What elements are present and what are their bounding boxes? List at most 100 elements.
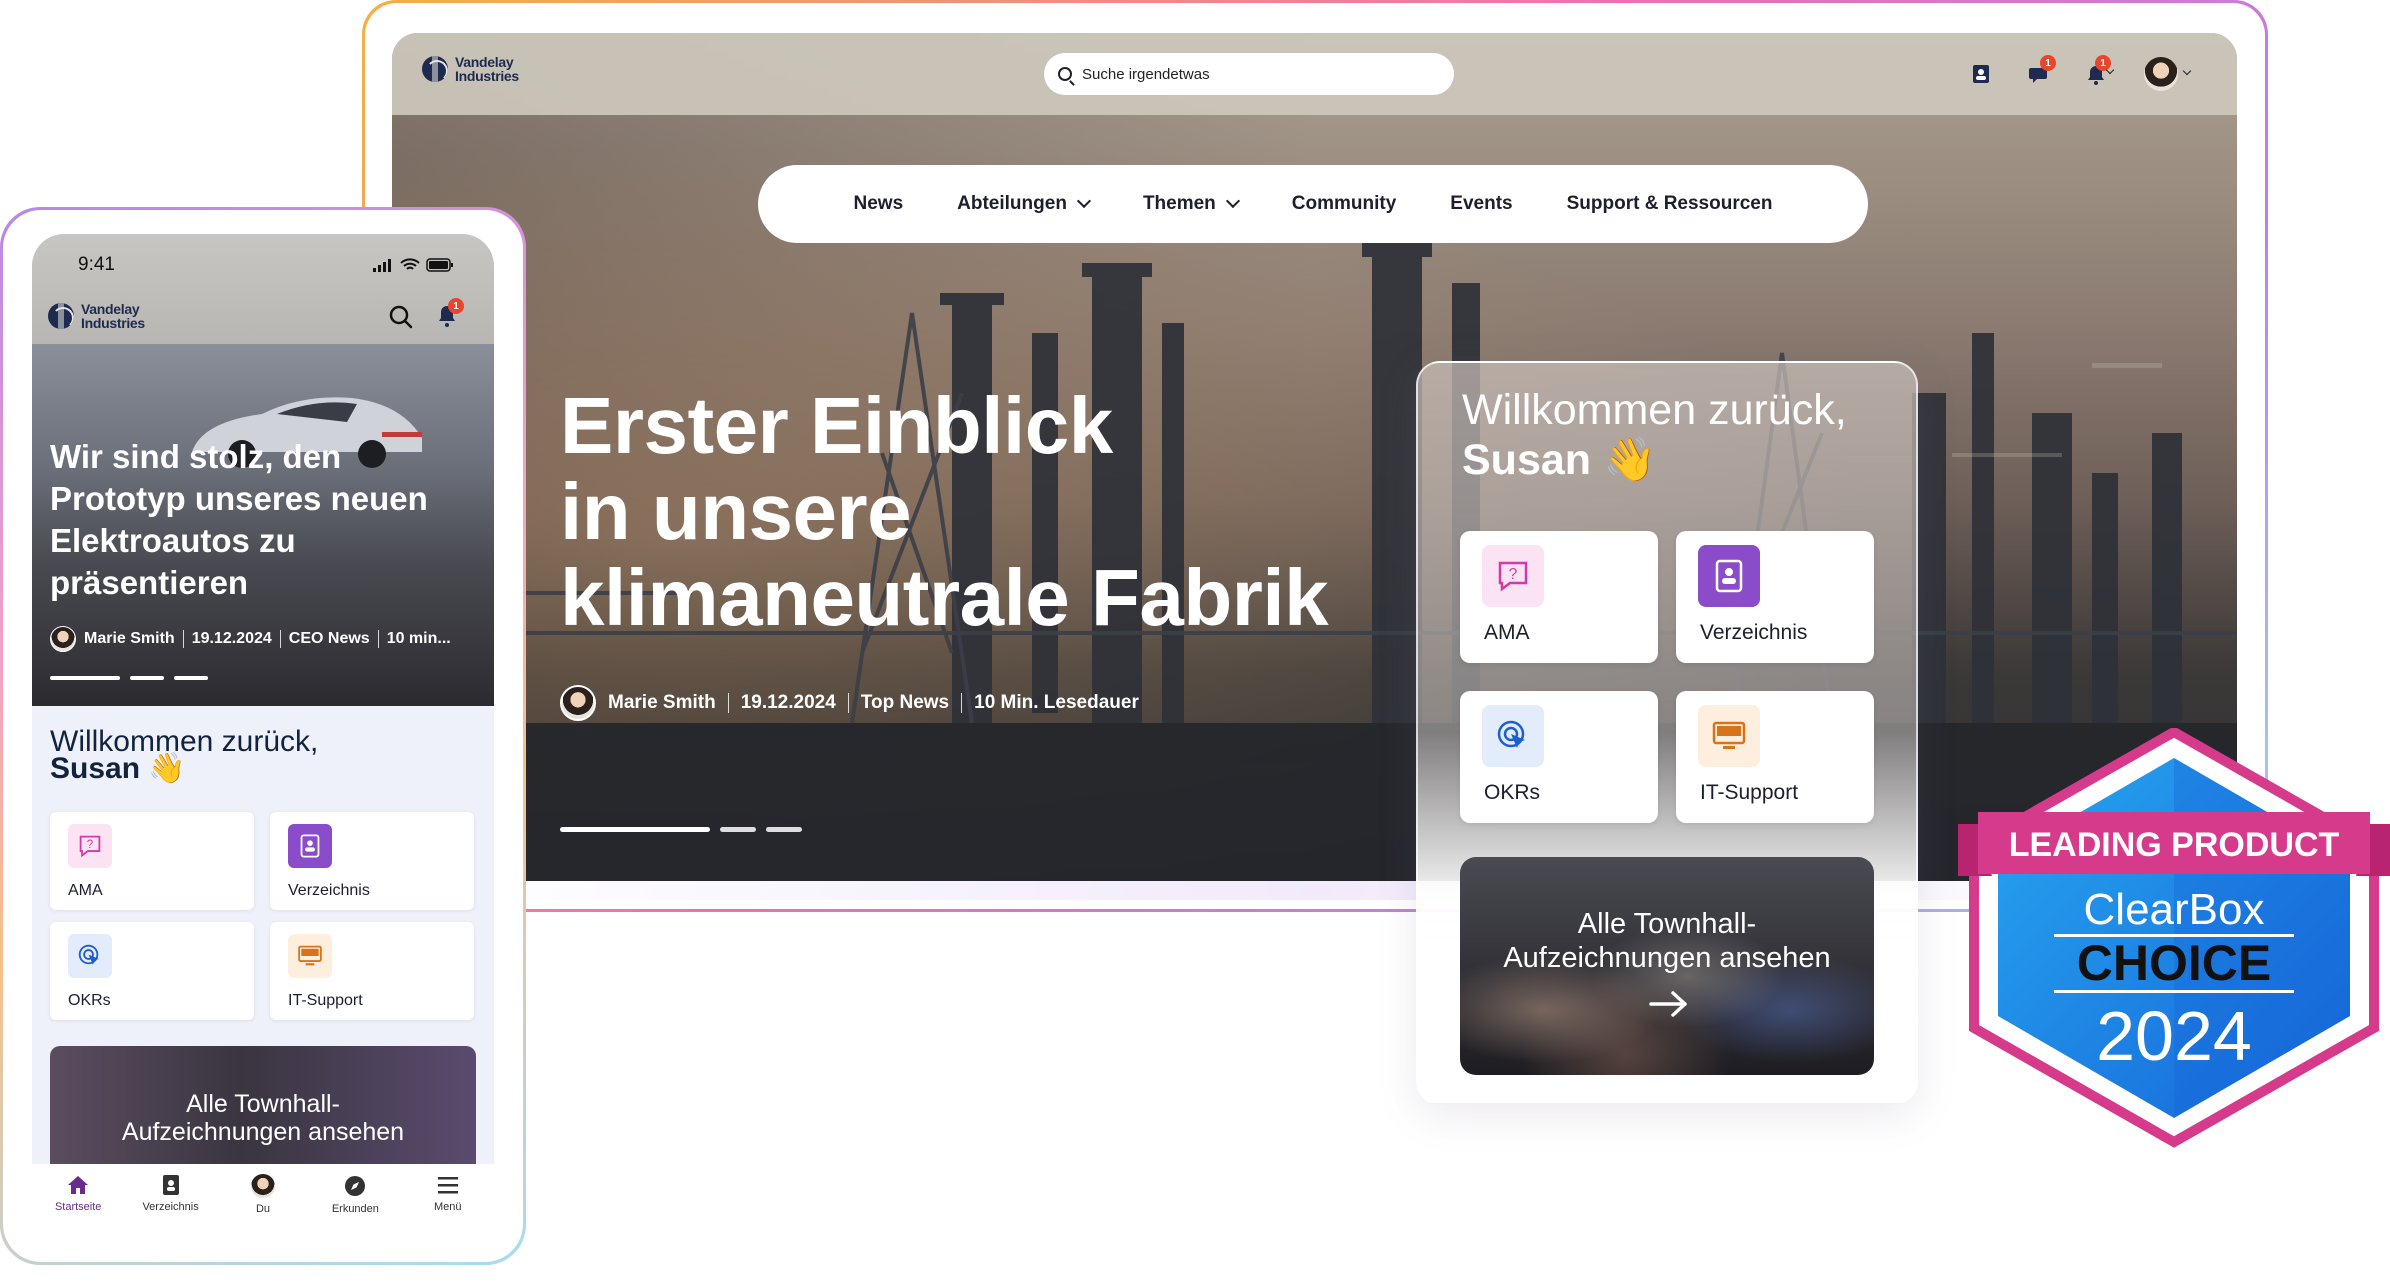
phone-hero-meta: Marie Smith 19.12.2024 CEO News 10 min..… [50, 626, 451, 652]
status-time: 9:41 [78, 254, 115, 275]
carousel-dot[interactable] [174, 676, 208, 680]
award-badge: LEADING PRODUCT ClearBox CHOICE 2024 [1958, 728, 2390, 1148]
tile-verzeichnis[interactable]: Verzeichnis [1676, 531, 1874, 663]
hero-headline[interactable]: Erster Einblick in unsere klimaneutrale … [560, 383, 1380, 641]
author-avatar [50, 626, 76, 652]
tile-okrs[interactable]: OKRs [1460, 691, 1658, 823]
nav-community-label: Community [1291, 193, 1397, 214]
tile-ama[interactable]: ? AMA [1460, 531, 1658, 663]
welcome-greeting: Willkommen zurück, [1462, 386, 1847, 434]
brand-wordmark: Vandelay Industries [455, 55, 519, 83]
carousel-indicators [560, 827, 802, 832]
notifications-button[interactable]: 1 [2085, 55, 2115, 87]
tab-startseite[interactable]: Startseite [38, 1174, 118, 1234]
tab-du[interactable]: Du [223, 1174, 303, 1234]
phone-brand-wordmark: Vandelay Industries [81, 302, 145, 330]
tab-label: Verzeichnis [142, 1201, 199, 1213]
bottom-tab-bar: Startseite Verzeichnis Du Erkunden Menü [32, 1164, 494, 1234]
welcome-panel: Willkommen zurück, Susan 👋 ? AMA Verzeic… [1416, 361, 1918, 1105]
townhall-line2: Aufzeichnungen ansehen [1503, 942, 1831, 974]
tab-label: Startseite [54, 1201, 102, 1213]
bell-badge: 1 [448, 298, 464, 314]
carousel-dot[interactable] [766, 827, 802, 832]
phone-tile-okrs[interactable]: OKRs [50, 922, 254, 1020]
carousel-indicators [50, 676, 208, 680]
carousel-dot-active[interactable] [560, 827, 710, 832]
welcome-greeting: Willkommen zurück, [50, 725, 319, 758]
nav-news[interactable]: News [827, 193, 931, 215]
battery-icon [426, 258, 453, 272]
carousel-dot-active[interactable] [50, 676, 120, 680]
nav-events-label: Events [1450, 193, 1513, 214]
tile-it-support-label: IT-Support [1700, 781, 1799, 804]
tab-label: Erkunden [331, 1203, 379, 1215]
nav-community[interactable]: Community [1265, 193, 1424, 215]
phone-tile-ama[interactable]: ? AMA [50, 812, 254, 910]
svg-text:?: ? [87, 839, 93, 851]
tab-verzeichnis[interactable]: Verzeichnis [131, 1174, 211, 1234]
menu-icon [437, 1177, 458, 1194]
nav-themen[interactable]: Themen [1116, 193, 1265, 215]
tile-ama-label: AMA [1484, 621, 1530, 644]
directory-icon [162, 1175, 179, 1195]
carousel-dot[interactable] [720, 827, 756, 832]
tab-erkunden[interactable]: Erkunden [315, 1174, 395, 1234]
profile-menu[interactable] [2144, 57, 2192, 91]
nav-events[interactable]: Events [1423, 193, 1539, 215]
marketing-composite: Vandelay Industries 1 [0, 0, 2390, 1283]
phone-townhall-card[interactable]: Alle Townhall- Aufzeichnungen ansehen [50, 1046, 476, 1176]
phone-brand-logo[interactable]: Vandelay Industries [48, 302, 145, 330]
chevron-down-icon [1225, 193, 1240, 209]
brand-logo[interactable]: Vandelay Industries [422, 55, 519, 83]
phone-hero-card[interactable]: Wir sind stolz, den Prototyp unseres neu… [32, 344, 494, 706]
award-ribbon-text: LEADING PRODUCT [2009, 826, 2340, 864]
brand-name-line1: Vandelay [81, 301, 140, 317]
post-category[interactable]: CEO News [289, 630, 370, 648]
author-avatar [560, 685, 596, 721]
phone-welcome-heading: Willkommen zurück, Susan 👋 [50, 725, 319, 784]
nav-support[interactable]: Support & Ressourcen [1540, 193, 1800, 215]
phone-screen: 9:41 Vandelay Industries 1 Wir sind stol… [32, 234, 494, 1234]
nav-abteilungen[interactable]: Abteilungen [930, 193, 1116, 215]
search-icon[interactable] [388, 304, 414, 330]
globe-logo-icon [422, 56, 448, 82]
search-input[interactable] [1082, 65, 1422, 83]
home-icon [68, 1176, 89, 1194]
chevron-down-icon [2105, 65, 2115, 75]
main-navigation: News Abteilungen Themen Community Events… [758, 165, 1868, 243]
carousel-dot[interactable] [130, 676, 164, 680]
phone-hero-headline: Wir sind stolz, den Prototyp unseres neu… [50, 438, 428, 601]
divider [961, 693, 963, 713]
townhall-text: Alle Townhall- Aufzeichnungen ansehen [1460, 907, 1874, 975]
divider [279, 630, 281, 648]
brand-name-line2: Industries [455, 68, 519, 84]
author-name[interactable]: Marie Smith [608, 692, 716, 714]
target-cursor-icon [1482, 705, 1544, 767]
signal-icon [373, 259, 391, 272]
post-category[interactable]: Top News [861, 692, 949, 714]
chevron-down-icon [1076, 193, 1092, 209]
question-icon: ? [68, 824, 112, 868]
tile-verzeichnis-label: Verzeichnis [288, 882, 370, 899]
phone-notifications-button[interactable]: 1 [436, 298, 464, 330]
directory-icon [288, 824, 332, 868]
award-choice: CHOICE [2077, 935, 2271, 991]
tile-okrs-label: OKRs [1484, 781, 1541, 804]
townhall-card[interactable]: Alle Townhall- Aufzeichnungen ansehen [1460, 857, 1874, 1075]
tile-ama-label: AMA [68, 882, 103, 899]
author-name[interactable]: Marie Smith [84, 630, 175, 648]
read-time: 10 min... [386, 630, 451, 647]
monitor-icon [288, 934, 332, 978]
tile-it-support[interactable]: IT-Support [1676, 691, 1874, 823]
phone-header: 9:41 Vandelay Industries 1 [32, 234, 494, 344]
phone-tile-it-support[interactable]: IT-Support [270, 922, 474, 1020]
phone-tile-verzeichnis[interactable]: Verzeichnis [270, 812, 474, 910]
wifi-icon [400, 258, 420, 270]
target-cursor-icon [68, 934, 112, 978]
award-year: 2024 [2096, 997, 2252, 1075]
search-bar[interactable] [1044, 53, 1454, 95]
contacts-icon[interactable] [1970, 63, 1992, 85]
tile-it-support-label: IT-Support [288, 992, 363, 1009]
chat-button[interactable]: 1 [2028, 55, 2056, 87]
tab-menu[interactable]: Menü [408, 1174, 488, 1234]
